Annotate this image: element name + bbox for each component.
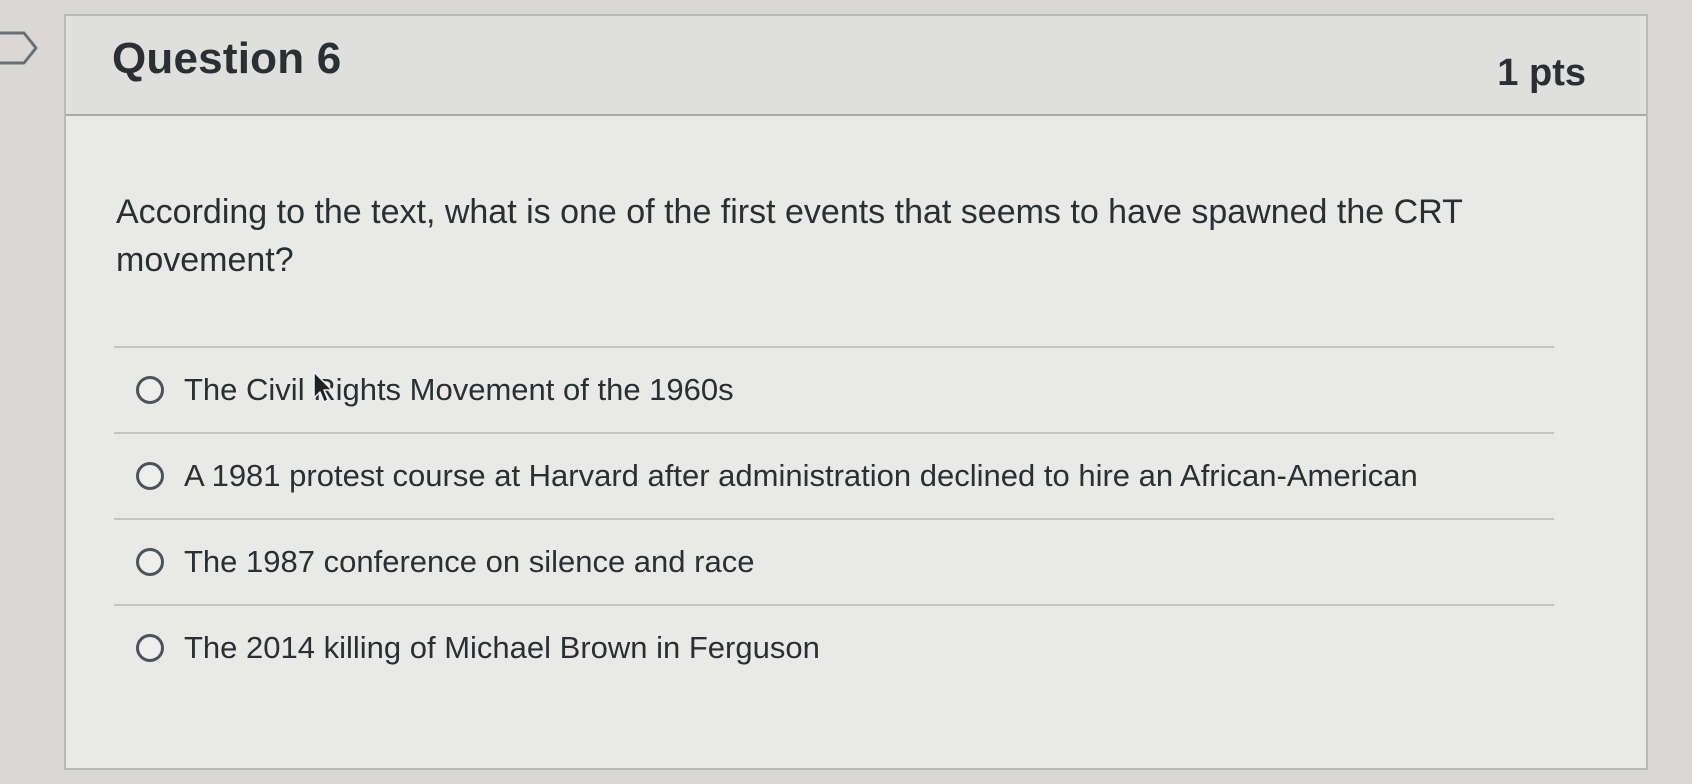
answer-label[interactable]: The 2014 killing of Michael Brown in Fer… <box>184 630 820 666</box>
question-points: 1 pts <box>1497 52 1586 94</box>
answer-label[interactable]: The Civil Rights Movement of the 1960s <box>184 372 734 408</box>
radio-unselected-icon[interactable] <box>136 462 164 490</box>
flag-icon[interactable] <box>0 30 40 66</box>
question-title: Question 6 <box>112 34 342 83</box>
question-text: According to the text, what is one of th… <box>116 193 1463 279</box>
question-header: Question 6 1 pts <box>66 16 1646 116</box>
mouse-pointer-icon <box>313 371 333 403</box>
answer-option-2[interactable]: A 1981 protest course at Harvard after a… <box>114 434 1554 518</box>
radio-unselected-icon[interactable] <box>136 634 164 662</box>
radio-unselected-icon[interactable] <box>136 548 164 576</box>
question-card: Question 6 1 pts According to the text, … <box>64 14 1648 770</box>
answer-option-3[interactable]: The 1987 conference on silence and race <box>114 520 1554 604</box>
answer-option-4[interactable]: The 2014 killing of Michael Brown in Fer… <box>114 606 1554 690</box>
answer-label[interactable]: The 1987 conference on silence and race <box>184 544 754 580</box>
radio-unselected-icon[interactable] <box>136 376 164 404</box>
answer-label[interactable]: A 1981 protest course at Harvard after a… <box>184 458 1418 494</box>
